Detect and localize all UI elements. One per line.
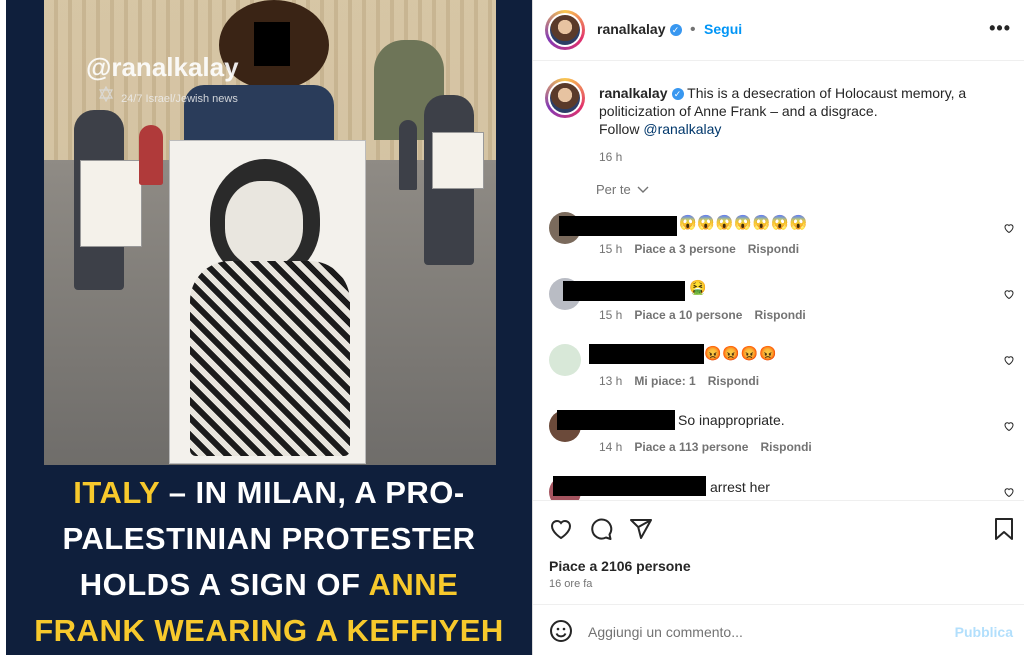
instagram-post-view: @ranalkalay 24/7 Israel/Jewish news ITAL… <box>0 0 1024 655</box>
small-protest-sign <box>80 160 142 247</box>
caption-time: 16 h <box>599 150 623 164</box>
redacted-username <box>553 476 706 496</box>
post-header: ranalkalay ✓ • Segui ••• <box>533 0 1024 61</box>
chevron-down-icon <box>637 186 649 193</box>
comment-likes[interactable]: Piace a 3 persone <box>634 242 735 256</box>
add-comment-bar: Aggiungi un commento... Pubblica <box>533 604 1024 656</box>
post-actions: Piace a 2106 persone 16 ore fa <box>533 500 1024 605</box>
comment-item: 😱😱😱😱😱😱😱 15 h Piace a 3 persone Rispondi <box>533 212 1024 272</box>
comment-item: 😡😡😡😡 13 h Mi piace: 1 Rispondi <box>533 344 1024 404</box>
watermark-subtitle-text: 24/7 Israel/Jewish news <box>121 93 238 105</box>
publish-button[interactable]: Pubblica <box>955 624 1013 640</box>
caption-follow-link[interactable]: @ranalkalay <box>643 121 721 137</box>
post-caption: ranalkalay ✓ This is a desecration of Hol… <box>599 84 999 166</box>
heart-icon[interactable] <box>1003 354 1015 366</box>
comment-time: 13 h <box>599 374 623 388</box>
redacted-username <box>557 410 675 430</box>
comment-item: arrest her <box>533 474 1024 500</box>
bystander <box>139 125 163 185</box>
header-user: ranalkalay ✓ • Segui <box>597 21 742 39</box>
protest-photo: @ranalkalay 24/7 Israel/Jewish news <box>44 0 496 465</box>
post-time: 16 ore fa <box>549 578 593 590</box>
comment-likes[interactable]: Mi piace: 1 <box>634 374 695 388</box>
comment-reply-button[interactable]: Rispondi <box>708 374 759 388</box>
headline-line-4: FRANK WEARING A KEFFIYEH <box>34 613 504 648</box>
comment-time: 15 h <box>599 308 623 322</box>
comment-time: 14 h <box>599 440 623 454</box>
redacted-username <box>563 281 685 301</box>
comment-reply-button[interactable]: Rispondi <box>760 440 811 454</box>
comment-input[interactable]: Aggiungi un commento... <box>588 624 743 640</box>
heart-icon[interactable] <box>1003 420 1015 432</box>
post-sidebar: ranalkalay ✓ • Segui ••• ranalkalay ✓ This… <box>532 0 1024 655</box>
headline-line-2: PALESTINIAN PROTESTER <box>62 521 476 556</box>
star-of-david-icon <box>98 86 114 102</box>
heart-icon[interactable] <box>1003 288 1015 300</box>
like-heart-icon[interactable] <box>549 517 573 541</box>
comment-item: 🤮 15 h Piace a 10 persone Rispondi <box>533 278 1024 338</box>
comment-meta: 15 h Piace a 10 persone Rispondi <box>599 308 806 322</box>
comment-likes[interactable]: Piace a 113 persone <box>634 440 748 454</box>
emoji-smiley-icon[interactable] <box>549 619 573 643</box>
anne-frank-sign <box>169 140 366 464</box>
headline-line-1-rest: – IN MILAN, A PRO- <box>159 475 465 510</box>
follow-button[interactable]: Segui <box>704 21 742 37</box>
verified-badge-icon: ✓ <box>671 88 684 100</box>
watermark-subtitle: 24/7 Israel/Jewish news <box>98 86 238 105</box>
headline-line-3-highlight: ANNE <box>368 567 459 602</box>
headline-country: ITALY <box>73 475 160 510</box>
comment-emojis: 🤮 <box>689 279 708 295</box>
author-username[interactable]: ranalkalay <box>597 21 666 37</box>
watermark-handle: @ranalkalay <box>86 52 239 82</box>
redacted-username <box>559 216 677 236</box>
headline-line-1: ITALY – IN MILAN, A PRO- <box>16 470 522 516</box>
comment-bubble-icon[interactable] <box>589 517 613 541</box>
comment-meta: 13 h Mi piace: 1 Rispondi <box>599 374 759 388</box>
heart-icon[interactable] <box>1003 222 1015 234</box>
comment-item: So inappropriate. 14 h Piace a 113 person… <box>533 410 1024 470</box>
sign-keffiyeh <box>190 261 350 456</box>
post-headline: ITALY – IN MILAN, A PRO- PALESTINIAN PRO… <box>16 470 522 654</box>
comment-reply-button[interactable]: Rispondi <box>754 308 805 322</box>
caption-follow-prefix: Follow <box>599 121 644 137</box>
comment-time: 15 h <box>599 242 623 256</box>
small-protest-sign <box>432 132 484 189</box>
heart-icon[interactable] <box>1003 486 1015 498</box>
caption-username[interactable]: ranalkalay <box>599 85 668 101</box>
comment-meta: 14 h Piace a 113 persone Rispondi <box>599 440 812 454</box>
comment-meta: 15 h Piace a 3 persone Rispondi <box>599 242 799 256</box>
comment-filter-label: Per te <box>596 182 631 197</box>
comment-reply-button[interactable]: Rispondi <box>748 242 799 256</box>
post-image[interactable]: @ranalkalay 24/7 Israel/Jewish news ITAL… <box>6 0 532 655</box>
headline-line-3-start: HOLDS A SIGN OF <box>79 567 369 602</box>
author-avatar[interactable] <box>545 10 585 50</box>
bookmark-icon[interactable] <box>993 517 1015 541</box>
more-options-icon[interactable]: ••• <box>989 18 1011 39</box>
caption-avatar[interactable] <box>545 78 585 118</box>
sign-portrait-face <box>225 181 303 267</box>
comment-filter-dropdown[interactable]: Per te <box>596 182 649 197</box>
redacted-username <box>589 344 704 364</box>
headline-line-3: HOLDS A SIGN OF ANNE <box>16 562 522 608</box>
verified-badge-icon: ✓ <box>669 24 682 36</box>
bystander <box>399 120 417 190</box>
commenter-avatar[interactable] <box>549 344 581 376</box>
comment-text: arrest her <box>710 479 770 495</box>
likes-count[interactable]: Piace a 2106 persone <box>549 558 691 574</box>
header-separator: • <box>689 21 696 38</box>
comment-likes[interactable]: Piace a 10 persone <box>634 308 742 322</box>
comment-emojis: 😡😡😡😡 <box>704 345 778 361</box>
comment-emojis: 😱😱😱😱😱😱😱 <box>679 214 809 230</box>
comment-text: So inappropriate. <box>678 412 785 428</box>
share-send-icon[interactable] <box>629 517 653 541</box>
redacted-face <box>254 22 290 66</box>
